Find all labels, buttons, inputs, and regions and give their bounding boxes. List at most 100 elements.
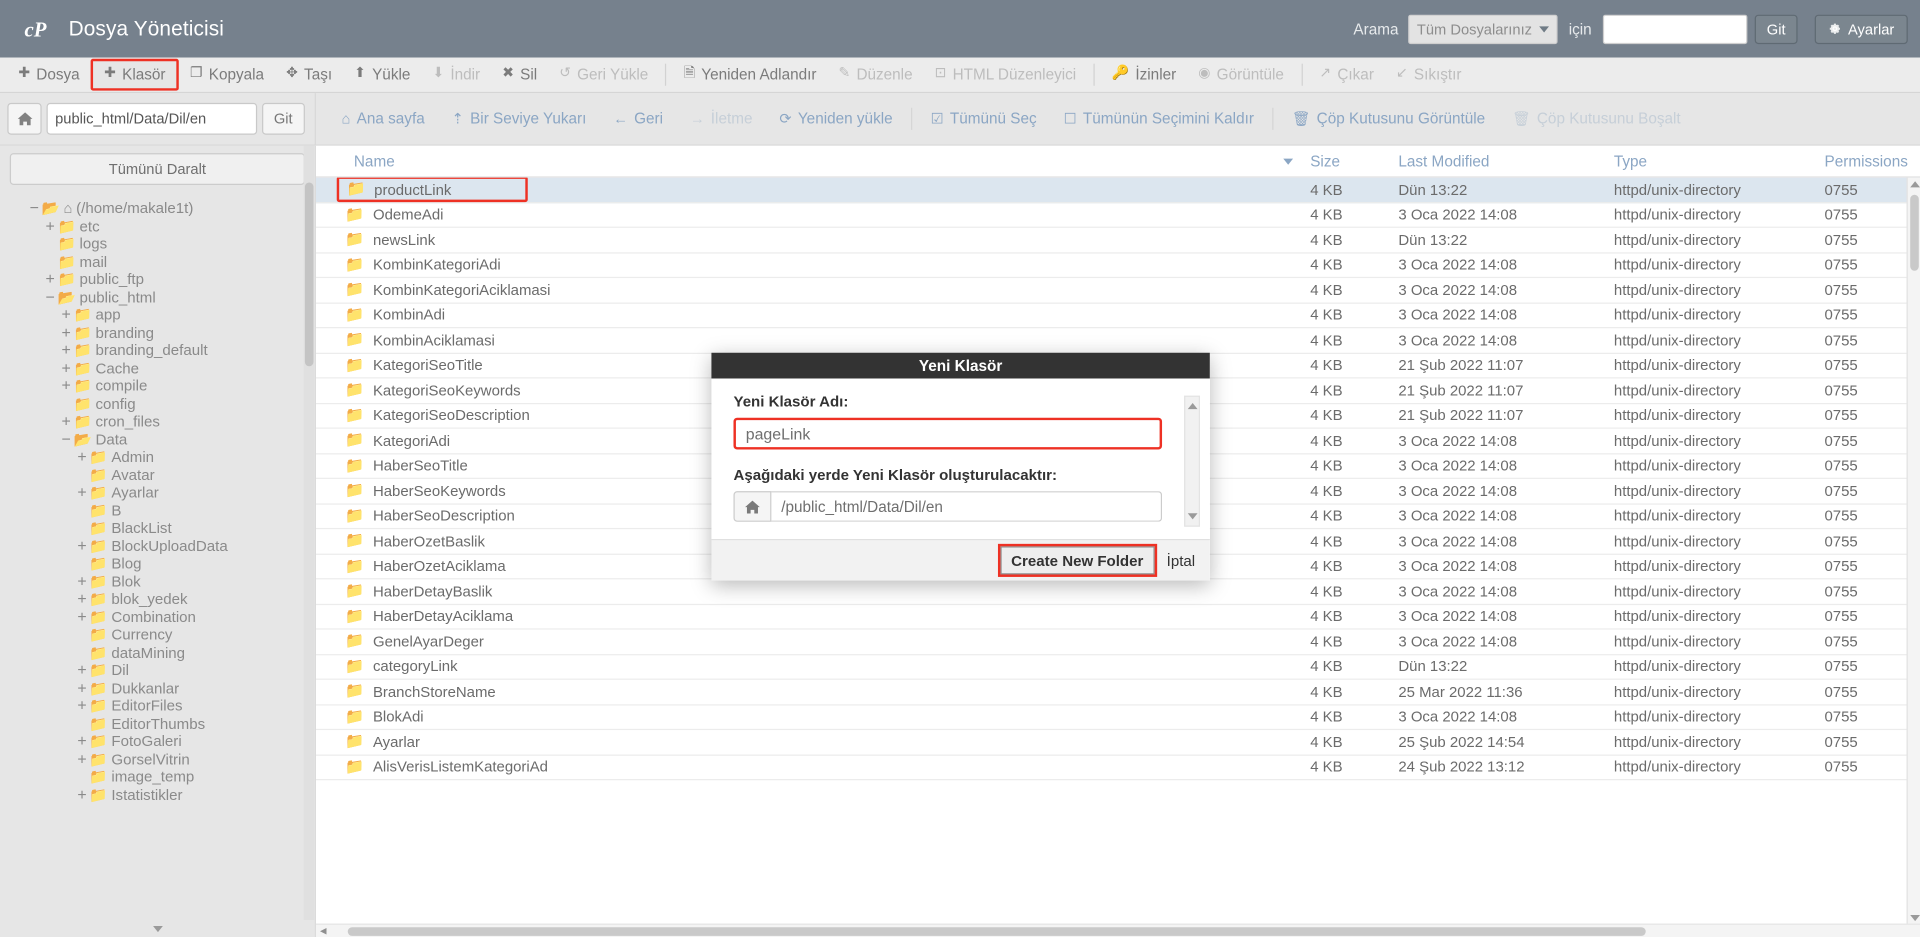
table-row[interactable]: 📁 KombinKategoriAciklamasi 4 KB 3 Oca 2022 … xyxy=(315,278,1920,304)
table-row[interactable]: 📁 Ayarlar 4 KB 25 Şub 2022 14:54 httpd/unix-… xyxy=(315,730,1920,756)
toolbar-button-yeniden-adland-r[interactable]: 🗎 Yeniden Adlandır xyxy=(673,60,828,89)
file-list-horizontal-scrollbar[interactable]: ◀ xyxy=(315,923,1920,937)
tree-item[interactable]: +📁EditorThumbs xyxy=(0,715,315,733)
scroll-up-arrow[interactable] xyxy=(1908,178,1920,191)
table-row[interactable]: 📁 KombinAdi 4 KB 3 Oca 2022 14:08 httpd/unix… xyxy=(315,303,1920,329)
file-name-cell[interactable]: 📁 BranchStoreName xyxy=(316,683,1310,701)
location-path-value[interactable]: /public_html/Data/Dil/en xyxy=(771,491,1163,522)
tree-item[interactable]: + 📁 Combination xyxy=(0,608,315,626)
tree-item[interactable]: +📁image_temp xyxy=(0,768,315,786)
toolbar-button-klas-r[interactable]: ✚ Klasör xyxy=(90,58,179,91)
file-name-cell[interactable]: 📁 categoryLink xyxy=(316,657,1310,675)
table-row[interactable]: 📁 AlisVerisListemKategoriAd 4 KB 24 Şub 202… xyxy=(315,755,1920,781)
tree-item[interactable]: +📁dataMining xyxy=(0,644,315,662)
tree-toggle[interactable]: + xyxy=(59,359,74,378)
tree-item[interactable]: − 📂 ⌂ (/home/makale1t) xyxy=(0,199,315,218)
toolbar-button-y-kle[interactable]: ⬆ Yükle xyxy=(343,60,421,89)
dialog-scroll-down-arrow[interactable] xyxy=(1185,510,1198,523)
nav-button-bir-seviye-yukar[interactable]: ⇡ Bir Seviye Yukarı xyxy=(438,110,600,127)
table-row[interactable]: 📁 BlokAdi 4 KB 3 Oca 2022 14:08 httpd/unix-d… xyxy=(315,705,1920,731)
file-name-cell[interactable]: 📁 Ayarlar xyxy=(316,733,1310,751)
path-git-button[interactable]: Git xyxy=(261,102,305,135)
file-list-scrollbar-thumb[interactable] xyxy=(1910,194,1919,271)
tree-item[interactable]: + 📁 FotoGaleri xyxy=(0,732,315,750)
folder-name-input[interactable]: pageLink xyxy=(733,417,1163,450)
tree-toggle[interactable]: + xyxy=(59,412,74,431)
tree-toggle[interactable]: + xyxy=(59,306,74,324)
tree-item[interactable]: + 📁 branding_default xyxy=(0,341,315,360)
file-name-cell[interactable]: 📁 HaberDetayAciklama xyxy=(316,607,1310,625)
search-scope-select[interactable]: Tüm Dosyalarınız xyxy=(1408,14,1558,44)
file-name-cell[interactable]: 📁 HaberDetayBaslik xyxy=(316,582,1310,600)
horizontal-scrollbar-thumb[interactable] xyxy=(347,926,1646,936)
tree-toggle[interactable]: + xyxy=(75,590,90,608)
tree-item[interactable]: + 📁 etc xyxy=(0,217,315,235)
tree-item[interactable]: + 📁 Admin xyxy=(0,448,315,466)
column-header-permissions[interactable]: Permissions xyxy=(1825,153,1920,170)
file-name-cell[interactable]: 📁 AlisVerisListemKategoriAd xyxy=(316,758,1310,776)
tree-item[interactable]: + 📁 blok_yedek xyxy=(0,590,315,608)
search-input[interactable] xyxy=(1602,14,1748,44)
table-row[interactable]: 📁 HaberDetayAciklama 4 KB 3 Oca 2022 14:08 h… xyxy=(315,604,1920,630)
tree-item[interactable]: +📁Blog xyxy=(0,555,315,573)
nav-button-t-m-n-n-se-imini-kald-r[interactable]: ☐ Tümünün Seçimini Kaldır xyxy=(1050,110,1267,127)
column-header-name[interactable]: Name xyxy=(316,153,1310,170)
cancel-button[interactable]: İptal xyxy=(1159,546,1203,575)
column-header-type[interactable]: Type xyxy=(1614,153,1825,170)
tree-item[interactable]: + 📁 Ayarlar xyxy=(0,483,315,502)
tree-toggle[interactable]: + xyxy=(75,572,90,591)
tree-item[interactable]: + 📁 cron_files xyxy=(0,412,315,431)
tree-toggle[interactable]: + xyxy=(59,323,74,342)
tree-item[interactable]: + 📁 BlockUploadData xyxy=(0,536,315,555)
tree-item[interactable]: + 📁 Blok xyxy=(0,572,315,591)
tree-toggle[interactable]: + xyxy=(75,750,90,768)
toolbar-button-sil[interactable]: ✖ Sil xyxy=(491,60,548,89)
table-row[interactable]: 📁 KombinAciklamasi 4 KB 3 Oca 2022 14:08 htt… xyxy=(315,328,1920,354)
column-header-last-modified[interactable]: Last Modified xyxy=(1398,153,1614,170)
search-go-button[interactable]: Git xyxy=(1754,14,1798,44)
tree-item[interactable]: +📁Avatar xyxy=(0,466,315,484)
toolbar-button-dosya[interactable]: ✚ Dosya xyxy=(7,60,90,89)
tree-item[interactable]: +📁mail xyxy=(0,253,315,271)
file-name-cell[interactable]: 📁 KombinAdi xyxy=(316,306,1310,324)
nav-button-p-kutusunu-g-r-nt-le[interactable]: 🗑 Çöp Kutusunu Görüntüle xyxy=(1278,110,1498,127)
table-row[interactable]: 📁 OdemeAdi 4 KB 3 Oca 2022 14:08 httpd/unix-… xyxy=(315,203,1920,228)
tree-toggle[interactable]: + xyxy=(43,217,58,235)
nav-button-geri[interactable]: ← Geri xyxy=(600,110,677,127)
dialog-scroll-up-arrow[interactable] xyxy=(1185,399,1198,412)
tree-item[interactable]: +📁B xyxy=(0,502,315,520)
file-name-cell[interactable]: 📁 BlokAdi xyxy=(316,708,1310,726)
file-name-cell[interactable]: 📁 GenelAyarDeger xyxy=(316,632,1310,650)
tree-item[interactable]: − 📂 public_html xyxy=(0,288,315,306)
scroll-left-arrow[interactable]: ◀ xyxy=(316,926,331,936)
table-row[interactable]: 📁 newsLink 4 KB Dün 13:22 httpd/unix-directo… xyxy=(315,228,1920,253)
tree-item[interactable]: + 📁 public_ftp xyxy=(0,270,315,289)
tree-item[interactable]: +📁logs xyxy=(0,235,315,253)
table-row[interactable]: 📁 HaberDetayBaslik 4 KB 3 Oca 2022 14:08 htt… xyxy=(315,579,1920,605)
tree-toggle[interactable]: + xyxy=(75,448,90,466)
file-name-cell[interactable]: 📁 KombinAciklamasi xyxy=(316,331,1310,349)
path-home-button[interactable] xyxy=(7,102,42,135)
tree-toggle[interactable]: + xyxy=(75,608,90,626)
tree-item[interactable]: + 📁 compile xyxy=(0,377,315,395)
tree-item[interactable]: + 📁 branding xyxy=(0,323,315,342)
file-name-cell[interactable]: 📁 newsLink xyxy=(316,231,1310,249)
file-list-vertical-scrollbar[interactable] xyxy=(1906,177,1920,925)
file-name-highlight-box[interactable]: 📁 productLink xyxy=(336,177,528,203)
file-name-cell[interactable]: 📁 KombinKategoriAdi xyxy=(316,256,1310,274)
column-header-size[interactable]: Size xyxy=(1310,153,1398,170)
tree-item[interactable]: + 📁 Istatistikler xyxy=(0,785,315,804)
tree-item[interactable]: + 📁 app xyxy=(0,306,315,324)
tree-item[interactable]: + 📁 Dukkanlar xyxy=(0,679,315,697)
dialog-scrollbar[interactable] xyxy=(1184,395,1201,527)
tree-item[interactable]: + 📁 Dil xyxy=(0,661,315,679)
toolbar-button-kopyala[interactable]: ❐ Kopyala xyxy=(179,60,275,89)
nav-button-ana-sayfa[interactable]: ⌂ Ana sayfa xyxy=(328,110,438,127)
tree-toggle[interactable]: + xyxy=(75,679,90,697)
tree-toggle[interactable]: + xyxy=(59,341,74,360)
tree-toggle[interactable]: + xyxy=(75,785,90,804)
sidebar-scrollbar[interactable] xyxy=(303,145,315,937)
tree-toggle[interactable]: + xyxy=(75,483,90,502)
table-row[interactable]: 📁 categoryLink 4 KB Dün 13:22 httpd/unix-dir… xyxy=(315,655,1920,680)
tree-toggle[interactable]: − xyxy=(27,199,42,218)
